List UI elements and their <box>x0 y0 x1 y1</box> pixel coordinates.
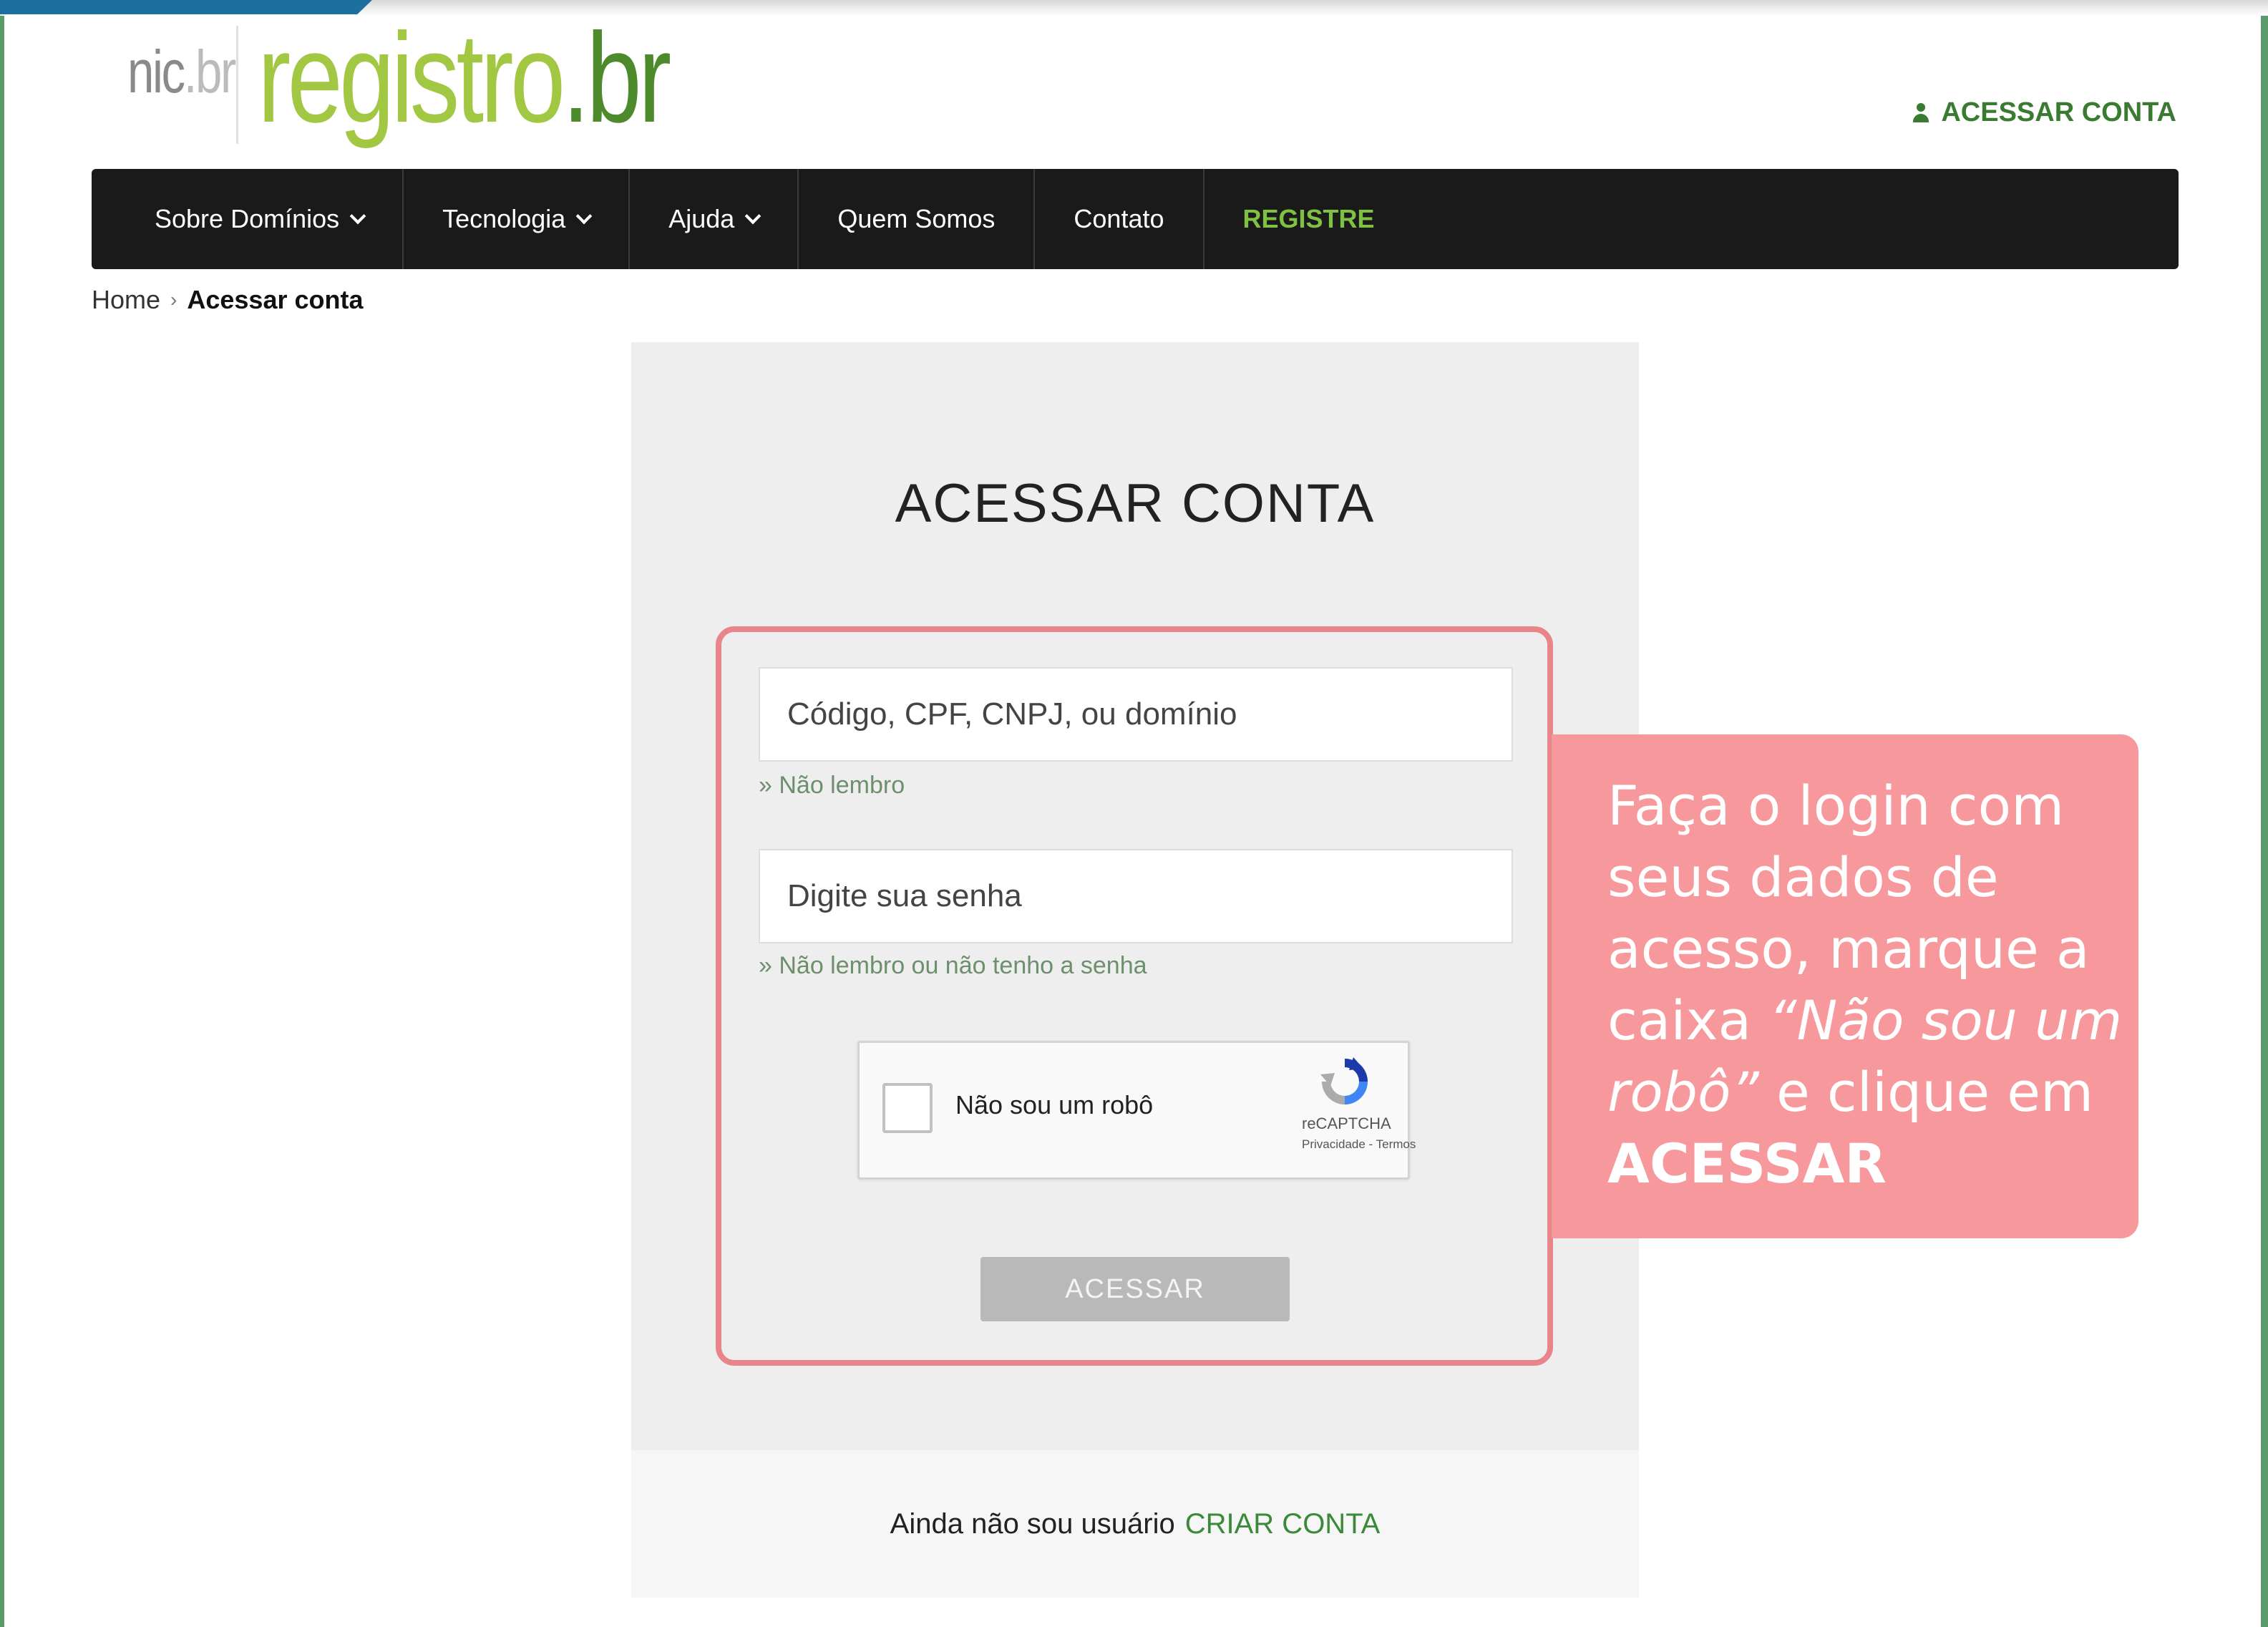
user-icon <box>1911 102 1931 123</box>
main-navbar: Sobre Domínios Tecnologia Ajuda Quem Som… <box>92 169 2179 269</box>
breadcrumb-home[interactable]: Home <box>92 285 160 315</box>
create-account-link[interactable]: CRIAR CONTA <box>1185 1508 1381 1540</box>
panel-footer: Ainda não sou usuário CRIAR CONTA <box>631 1450 1639 1598</box>
nic-logo-text: nic <box>127 38 185 105</box>
nav-item-ajuda[interactable]: Ajuda <box>630 169 799 269</box>
registro-logo-tld: .br <box>562 6 672 149</box>
chevron-down-icon <box>349 208 366 225</box>
breadcrumb: Home › Acessar conta <box>92 285 364 315</box>
nav-item-label: Sobre Domínios <box>155 204 340 233</box>
callout-text-strong: ACESSAR <box>1607 1132 1887 1195</box>
chevron-down-icon <box>575 208 593 225</box>
nav-item-label: Quem Somos <box>837 204 996 233</box>
nav-item-registre[interactable]: REGISTRE <box>1204 169 1413 269</box>
account-link[interactable]: ACESSAR CONTA <box>1911 97 2176 128</box>
nic-logo-tld: .br <box>183 38 237 105</box>
footer-text: Ainda não sou usuário <box>890 1507 1175 1540</box>
frame-right-border <box>2261 0 2268 1627</box>
nav-item-contato[interactable]: Contato <box>1035 169 1204 269</box>
callout-text-2: e clique em <box>1758 1060 2094 1124</box>
nav-item-quem-somos[interactable]: Quem Somos <box>799 169 1036 269</box>
nav-item-label: Tecnologia <box>442 204 566 233</box>
nav-item-label: Ajuda <box>668 204 735 233</box>
nav-item-tecnologia[interactable]: Tecnologia <box>404 169 631 269</box>
frame-left-border <box>0 0 4 1627</box>
nav-item-label: Contato <box>1074 204 1164 233</box>
nav-item-label: REGISTRE <box>1242 204 1375 233</box>
page-title: ACESSAR CONTA <box>895 473 1376 534</box>
instruction-callout: Faça o login com seus dados de acesso, m… <box>1552 734 2138 1238</box>
registro-logo-text: registro <box>258 6 565 149</box>
breadcrumb-current: Acessar conta <box>187 285 364 314</box>
chevron-down-icon <box>745 208 761 225</box>
nic-logo[interactable]: nic.br <box>127 37 237 107</box>
account-link-label: ACESSAR CONTA <box>1941 97 2176 127</box>
logo-divider <box>236 26 238 144</box>
breadcrumb-separator: › <box>170 288 177 311</box>
nav-item-sobre-dominios[interactable]: Sobre Domínios <box>92 169 404 269</box>
highlight-box <box>716 626 1553 1366</box>
registro-logo[interactable]: registro.br <box>258 14 671 142</box>
